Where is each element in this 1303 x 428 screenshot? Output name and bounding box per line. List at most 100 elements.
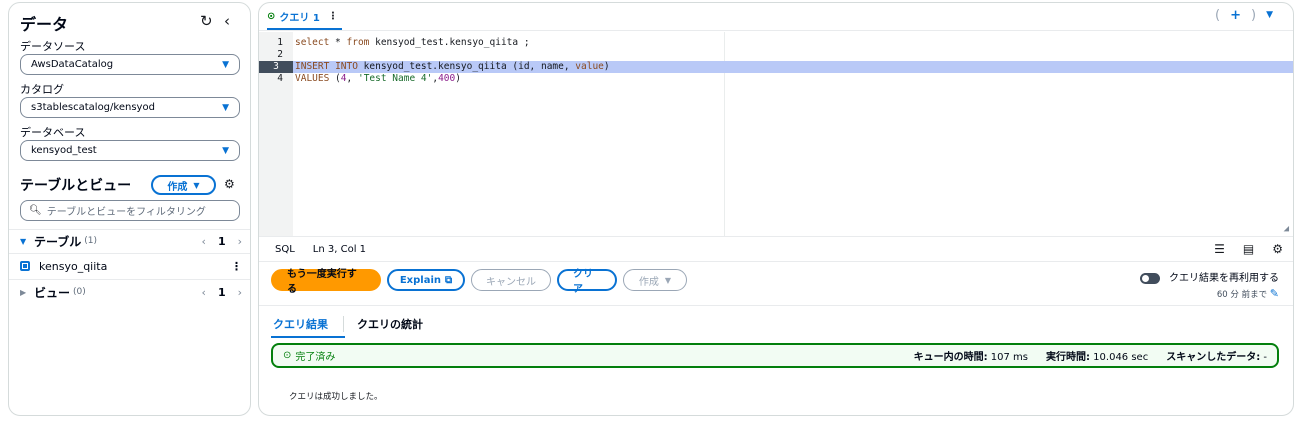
prev-page-icon[interactable]: ‹ bbox=[202, 235, 206, 248]
code-line[interactable]: 2 bbox=[259, 49, 1293, 61]
editor-panel: ⊙ クエリ 1 ⋮ ( + ) ▼ 1 select * from kensyod… bbox=[258, 2, 1294, 416]
add-tab-icon[interactable]: + bbox=[1230, 8, 1241, 23]
caret-down-icon: ▼ bbox=[664, 275, 672, 285]
tables-group-count: (1) bbox=[84, 236, 98, 246]
tab-menu-caret-icon[interactable]: ▼ bbox=[1266, 10, 1273, 23]
exec-time-label: 実行時間: bbox=[1045, 352, 1090, 363]
code-line[interactable]: 1 select * from kensyod_test.kensyo_qiita… bbox=[259, 37, 1293, 49]
tables-pager: ‹ 1 › bbox=[202, 235, 242, 248]
line-number: 3 bbox=[259, 61, 293, 73]
search-icon: 🔍︎ bbox=[29, 205, 42, 216]
caret-down-icon: ▼ bbox=[222, 59, 229, 70]
query-metrics: キュー内の時間: 107 ms 実行時間: 10.046 sec スキャンしたデ… bbox=[914, 348, 1267, 363]
code-token: kensyod_test.kensyo_qiita (id, name, bbox=[357, 61, 576, 72]
code-text: select * from kensyod_test.kensyo_qiita … bbox=[295, 37, 530, 49]
scroll-left-icon[interactable]: ( bbox=[1215, 8, 1220, 23]
query-actions: もう一度実行する Explain ⧉ キャンセル クリア 作成 ▼ bbox=[271, 269, 687, 295]
views-group-row[interactable]: ▶ ビュー (0) ‹ 1 › bbox=[20, 282, 242, 302]
tables-views-title: テーブルとビュー bbox=[20, 178, 132, 194]
expand-right-icon[interactable]: ▶ bbox=[20, 288, 34, 297]
table-icon bbox=[20, 261, 30, 271]
data-source-select[interactable]: AwsDataCatalog ▼ bbox=[20, 54, 240, 75]
tab-query-stats[interactable]: クエリの統計 bbox=[357, 316, 423, 332]
data-panel-title: データ bbox=[20, 15, 69, 34]
data-source-label: データソース bbox=[20, 40, 86, 53]
code-line[interactable]: 3 INSERT INTO kensyod_test.kensyo_qiita (… bbox=[259, 61, 1293, 73]
code-token: 400 bbox=[438, 73, 456, 84]
scroll-right-icon[interactable]: ) bbox=[1251, 8, 1256, 23]
code-token: VALUES bbox=[295, 73, 330, 84]
reuse-results-label: クエリ結果を再利用する bbox=[1169, 273, 1279, 284]
queue-time-value: 107 ms bbox=[990, 352, 1028, 363]
tab-tools: ( + ) ▼ bbox=[1215, 8, 1273, 23]
code-token: ) bbox=[603, 61, 610, 72]
table-filter-input[interactable]: 🔍︎ テーブルとビューをフィルタリング bbox=[20, 200, 240, 221]
table-list-item[interactable]: kensyo_qiita ⋮ bbox=[20, 256, 242, 276]
tables-page-number[interactable]: 1 bbox=[218, 235, 226, 248]
query-tab[interactable]: ⊙ クエリ 1 ⋮ bbox=[267, 9, 338, 24]
caret-down-icon: ▼ bbox=[222, 102, 229, 113]
database-value: kensyod_test bbox=[31, 145, 97, 156]
code-token: * bbox=[329, 37, 347, 48]
format-query-icon[interactable]: ☰ bbox=[1214, 242, 1225, 256]
active-tab-underline bbox=[267, 28, 342, 30]
code-token: value bbox=[575, 61, 604, 72]
cancel-button[interactable]: キャンセル bbox=[471, 269, 551, 291]
prev-page-icon[interactable]: ‹ bbox=[202, 286, 206, 299]
gear-icon[interactable]: ⚙ bbox=[224, 177, 235, 191]
divider bbox=[9, 279, 250, 280]
more-options-icon[interactable]: ⋮ bbox=[328, 11, 338, 22]
table-name: kensyo_qiita bbox=[39, 259, 108, 273]
more-options-icon[interactable]: ⋮ bbox=[231, 260, 242, 273]
status-badge: ⊙ 完了済み bbox=[283, 348, 335, 363]
code-token: ( bbox=[329, 73, 341, 84]
code-token: , bbox=[346, 73, 358, 84]
query-tab-label: クエリ 1 bbox=[279, 13, 320, 24]
code-token: ) bbox=[455, 73, 461, 84]
query-tab-bar: ⊙ クエリ 1 ⋮ ( + ) ▼ bbox=[259, 3, 1293, 31]
collapse-panel-icon[interactable]: ‹ bbox=[224, 12, 230, 30]
refresh-icon[interactable]: ↻ bbox=[200, 12, 213, 30]
explain-button[interactable]: Explain ⧉ bbox=[387, 269, 465, 291]
database-select[interactable]: kensyod_test ▼ bbox=[20, 140, 240, 161]
code-token: 'Test Name 4' bbox=[357, 73, 433, 84]
tables-group-name: テーブル bbox=[34, 234, 82, 249]
views-page-number[interactable]: 1 bbox=[218, 286, 226, 299]
code-text: INSERT INTO kensyod_test.kensyo_qiita (i… bbox=[295, 61, 610, 73]
catalog-label: カタログ bbox=[20, 83, 64, 96]
line-number: 1 bbox=[277, 37, 283, 48]
table-filter-placeholder: テーブルとビューをフィルタリング bbox=[46, 207, 206, 218]
resize-handle-icon[interactable]: ◢ bbox=[1284, 224, 1289, 234]
tab-query-results[interactable]: クエリ結果 bbox=[273, 316, 328, 332]
reuse-results-toggle[interactable] bbox=[1139, 272, 1160, 284]
exec-time-value: 10.046 sec bbox=[1093, 352, 1149, 363]
catalog-select[interactable]: s3tablescatalog/kensyod ▼ bbox=[20, 97, 240, 118]
clear-button[interactable]: クリア bbox=[557, 269, 617, 295]
caret-down-icon: ▼ bbox=[193, 180, 200, 190]
views-group-name: ビュー bbox=[34, 285, 71, 300]
tables-group-row[interactable]: ▼ テーブル (1) ‹ 1 › bbox=[20, 231, 242, 251]
next-page-icon[interactable]: › bbox=[238, 235, 242, 248]
code-line[interactable]: 4 VALUES (4, 'Test Name 4',400) bbox=[259, 73, 1293, 85]
views-pager: ‹ 1 › bbox=[202, 286, 242, 299]
status-icons: ☰ ▤ ⚙ bbox=[1214, 242, 1283, 256]
reuse-results-age: 60 分 前まで bbox=[1216, 290, 1268, 300]
check-circle-icon: ⊙ bbox=[283, 350, 292, 361]
create-table-button[interactable]: 作成 ▼ bbox=[151, 175, 216, 195]
results-tabs: クエリ結果 クエリの統計 bbox=[259, 305, 1293, 338]
create-button[interactable]: 作成 ▼ bbox=[623, 269, 687, 291]
next-page-icon[interactable]: › bbox=[238, 286, 242, 299]
sql-editor[interactable]: 1 select * from kensyod_test.kensyo_qiita… bbox=[259, 32, 1293, 236]
shortcuts-icon[interactable]: ▤ bbox=[1243, 242, 1254, 256]
athena-query-editor: データ ↻ ‹ データソース AwsDataCatalog ▼ カタログ s3t… bbox=[0, 0, 1303, 428]
queue-time-label: キュー内の時間: bbox=[913, 352, 988, 363]
scanned-data-value: - bbox=[1263, 352, 1267, 363]
explain-button-label: Explain bbox=[399, 274, 442, 286]
divider bbox=[9, 253, 250, 254]
expand-down-icon[interactable]: ▼ bbox=[20, 237, 34, 246]
editor-status-bar: SQL Ln 3, Col 1 ☰ ▤ ⚙ bbox=[259, 236, 1293, 262]
editor-language: SQL bbox=[275, 243, 295, 255]
edit-pencil-icon[interactable]: ✎ bbox=[1270, 287, 1279, 300]
rerun-button[interactable]: もう一度実行する bbox=[271, 269, 381, 295]
gear-icon[interactable]: ⚙ bbox=[1272, 242, 1283, 256]
